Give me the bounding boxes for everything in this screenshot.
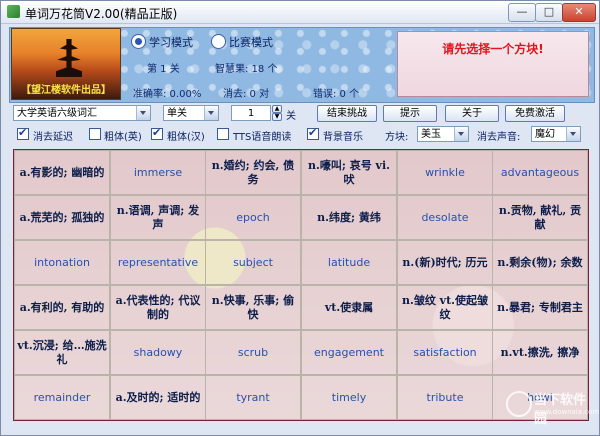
close-button[interactable]: ✕ [562, 3, 596, 22]
word-tile[interactable]: timely [301, 375, 397, 420]
delay-clear-label: 消去延迟 [33, 132, 73, 143]
maximize-button[interactable]: □ [535, 3, 563, 22]
word-tile[interactable]: immerse [110, 150, 206, 195]
word-grid: a.有影的; 幽暗的 immerse n.婚约; 约会, 债务 n.嚎叫; 哀号 vi… [13, 149, 589, 421]
word-tile[interactable]: vt.沉浸; 给…施洗礼 [14, 330, 110, 375]
word-tile[interactable]: intonation [14, 240, 110, 285]
watermark: 当下软件园 www.downxia.com [506, 386, 599, 427]
chevron-down-icon[interactable] [136, 106, 150, 120]
bg-music-checkbox[interactable] [307, 126, 319, 140]
word-tile[interactable]: wrinkle [397, 150, 493, 195]
delay-clear-checkbox[interactable] [17, 126, 29, 140]
chevron-down-icon[interactable] [566, 127, 580, 141]
sound-value: 魔幻 [535, 129, 555, 140]
level-number-value: 1 [247, 108, 255, 119]
word-tile[interactable]: tyrant [205, 375, 301, 420]
app-window: 单词万花筒V2.00(精品正版) — □ ✕ 【望江楼软件出品】 学习模式 比赛… [0, 0, 600, 436]
compete-mode-label: 比赛模式 [229, 36, 273, 49]
logo-label: 【望江楼软件出品】 [21, 85, 111, 96]
word-tile[interactable]: remainder [14, 375, 110, 420]
word-tile[interactable]: advantageous [492, 150, 588, 195]
word-tile[interactable]: tribute [397, 375, 493, 420]
bold-cn-label: 粗体(汉) [167, 132, 205, 143]
tts-checkbox[interactable] [217, 128, 229, 140]
level-down-arrow[interactable]: ▼ [272, 113, 282, 121]
word-tile[interactable]: vt.使隶属 [301, 285, 397, 330]
bold-cn-checkbox[interactable] [151, 126, 163, 140]
word-tile[interactable]: n.嚎叫; 哀号 vi.吠 [301, 150, 397, 195]
tts-label: TTS语音朗读 [233, 132, 292, 143]
watermark-logo-icon [506, 391, 532, 417]
title-bar: 单词万花筒V2.00(精品正版) — □ ✕ [1, 1, 599, 24]
prompt-message: 请先选择一个方块! [442, 42, 544, 56]
sound-select[interactable]: 魔幻 [531, 126, 581, 142]
word-tile[interactable]: n.纬度; 黄纬 [301, 195, 397, 240]
word-tile[interactable]: desolate [397, 195, 493, 240]
word-tile[interactable]: n.语调, 声调; 发声 [110, 195, 206, 240]
word-tile[interactable]: a.及时的; 适时的 [110, 375, 206, 420]
sound-label: 消去声音: [477, 132, 521, 143]
chevron-down-icon[interactable] [204, 106, 218, 120]
word-tile[interactable]: scrub [205, 330, 301, 375]
word-tile[interactable]: a.有利的, 有助的 [14, 285, 110, 330]
word-tile[interactable]: epoch [205, 195, 301, 240]
wisdom-display: 智慧果: 18 个 [215, 64, 278, 75]
level-mode-select[interactable]: 单关 [163, 105, 219, 121]
minimize-button[interactable]: — [508, 3, 536, 22]
word-tile[interactable]: a.有影的; 幽暗的 [14, 150, 110, 195]
level-display: 第 1 关 [147, 64, 180, 75]
compete-mode-radio[interactable] [211, 34, 226, 49]
word-tile[interactable]: a.代表性的; 代议制的 [110, 285, 206, 330]
wordbook-select[interactable]: 大学英语六级词汇 [13, 105, 151, 121]
tile-value: 美玉 [421, 129, 441, 140]
bold-en-checkbox[interactable] [89, 128, 101, 140]
word-tile[interactable]: subject [205, 240, 301, 285]
watermark-url: www.downxia.com [534, 408, 600, 416]
level-number-input[interactable]: 1 [231, 105, 271, 121]
errors-display: 错误: 0 个 [313, 89, 360, 100]
word-tile[interactable]: engagement [301, 330, 397, 375]
accuracy-display: 准确率: 0.00% [133, 89, 202, 100]
level-up-arrow[interactable]: ▲ [272, 105, 282, 113]
word-tile[interactable]: latitude [301, 240, 397, 285]
about-button[interactable]: 关于 [445, 105, 499, 122]
word-tile[interactable]: n.快事, 乐事; 偷快 [205, 285, 301, 330]
study-mode-radio[interactable] [131, 34, 146, 49]
study-mode-label: 学习模式 [149, 36, 193, 49]
word-tile[interactable]: satisfaction [397, 330, 493, 375]
chevron-down-icon[interactable] [454, 127, 468, 141]
word-tile[interactable]: a.荒芜的; 孤独的 [14, 195, 110, 240]
end-challenge-button[interactable]: 结束挑战 [317, 105, 377, 122]
word-tile[interactable]: n.皱纹 vt.使起皱纹 [397, 285, 493, 330]
bg-music-label: 背景音乐 [323, 132, 363, 143]
word-tile[interactable]: n.贡物, 献礼, 贡献 [492, 195, 588, 240]
prompt-box: 请先选择一个方块! [397, 31, 589, 97]
bold-en-label: 粗体(英) [104, 132, 142, 143]
window-title: 单词万花筒V2.00(精品正版) [25, 7, 178, 21]
wordbook-value: 大学英语六级词汇 [17, 108, 97, 119]
word-tile[interactable]: n.剩余(物); 余数 [492, 240, 588, 285]
word-tile[interactable]: n.vt.擦洗, 擦净 [492, 330, 588, 375]
tile-select[interactable]: 美玉 [417, 126, 469, 142]
logo-image: 【望江楼软件出品】 [11, 28, 121, 100]
free-activate-button[interactable]: 免费激活 [505, 105, 565, 122]
word-tile[interactable]: n.(新)时代; 历元 [397, 240, 493, 285]
cleared-display: 消去: 0 对 [223, 89, 270, 100]
word-tile[interactable]: shadowy [110, 330, 206, 375]
level-mode-value: 单关 [167, 108, 187, 119]
word-tile[interactable]: n.婚约; 约会, 债务 [205, 150, 301, 195]
word-tile[interactable]: n.暴君; 专制君主 [492, 285, 588, 330]
level-suffix: 关 [286, 111, 296, 122]
hint-button[interactable]: 提示 [383, 105, 437, 122]
word-tile[interactable]: representative [110, 240, 206, 285]
app-icon [7, 5, 20, 18]
tile-label: 方块: [385, 132, 409, 143]
pagoda-icon [56, 39, 82, 77]
